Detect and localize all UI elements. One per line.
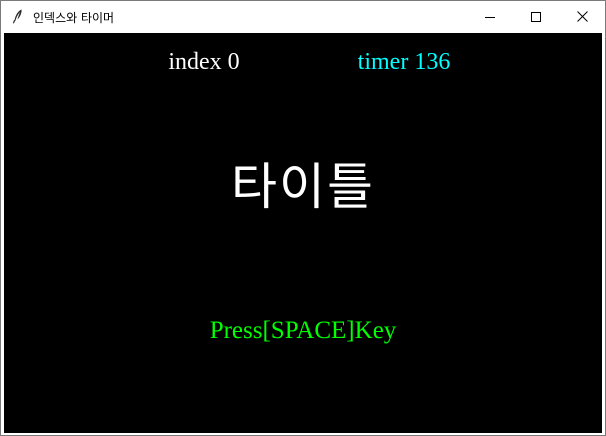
game-title: 타이틀	[231, 158, 375, 216]
close-icon	[576, 7, 588, 26]
window-title: 인덱스와 타이머	[33, 11, 115, 25]
maximize-button[interactable]	[513, 1, 559, 31]
maximize-icon	[531, 7, 541, 26]
minimize-button[interactable]	[467, 1, 513, 31]
minimize-icon	[485, 7, 495, 26]
title-bar[interactable]: 인덱스와 타이머	[1, 1, 605, 32]
game-canvas[interactable]: index 0 timer 136 타이틀 Press[SPACE]Key	[4, 33, 602, 433]
timer-counter: timer 136	[357, 49, 451, 75]
feather-icon	[10, 8, 26, 24]
press-space-prompt: Press[SPACE]Key	[209, 317, 397, 344]
close-button[interactable]	[559, 1, 605, 31]
app-window: 인덱스와 타이머 index 0 timer 136 타이틀 Press[SPA…	[0, 0, 606, 436]
